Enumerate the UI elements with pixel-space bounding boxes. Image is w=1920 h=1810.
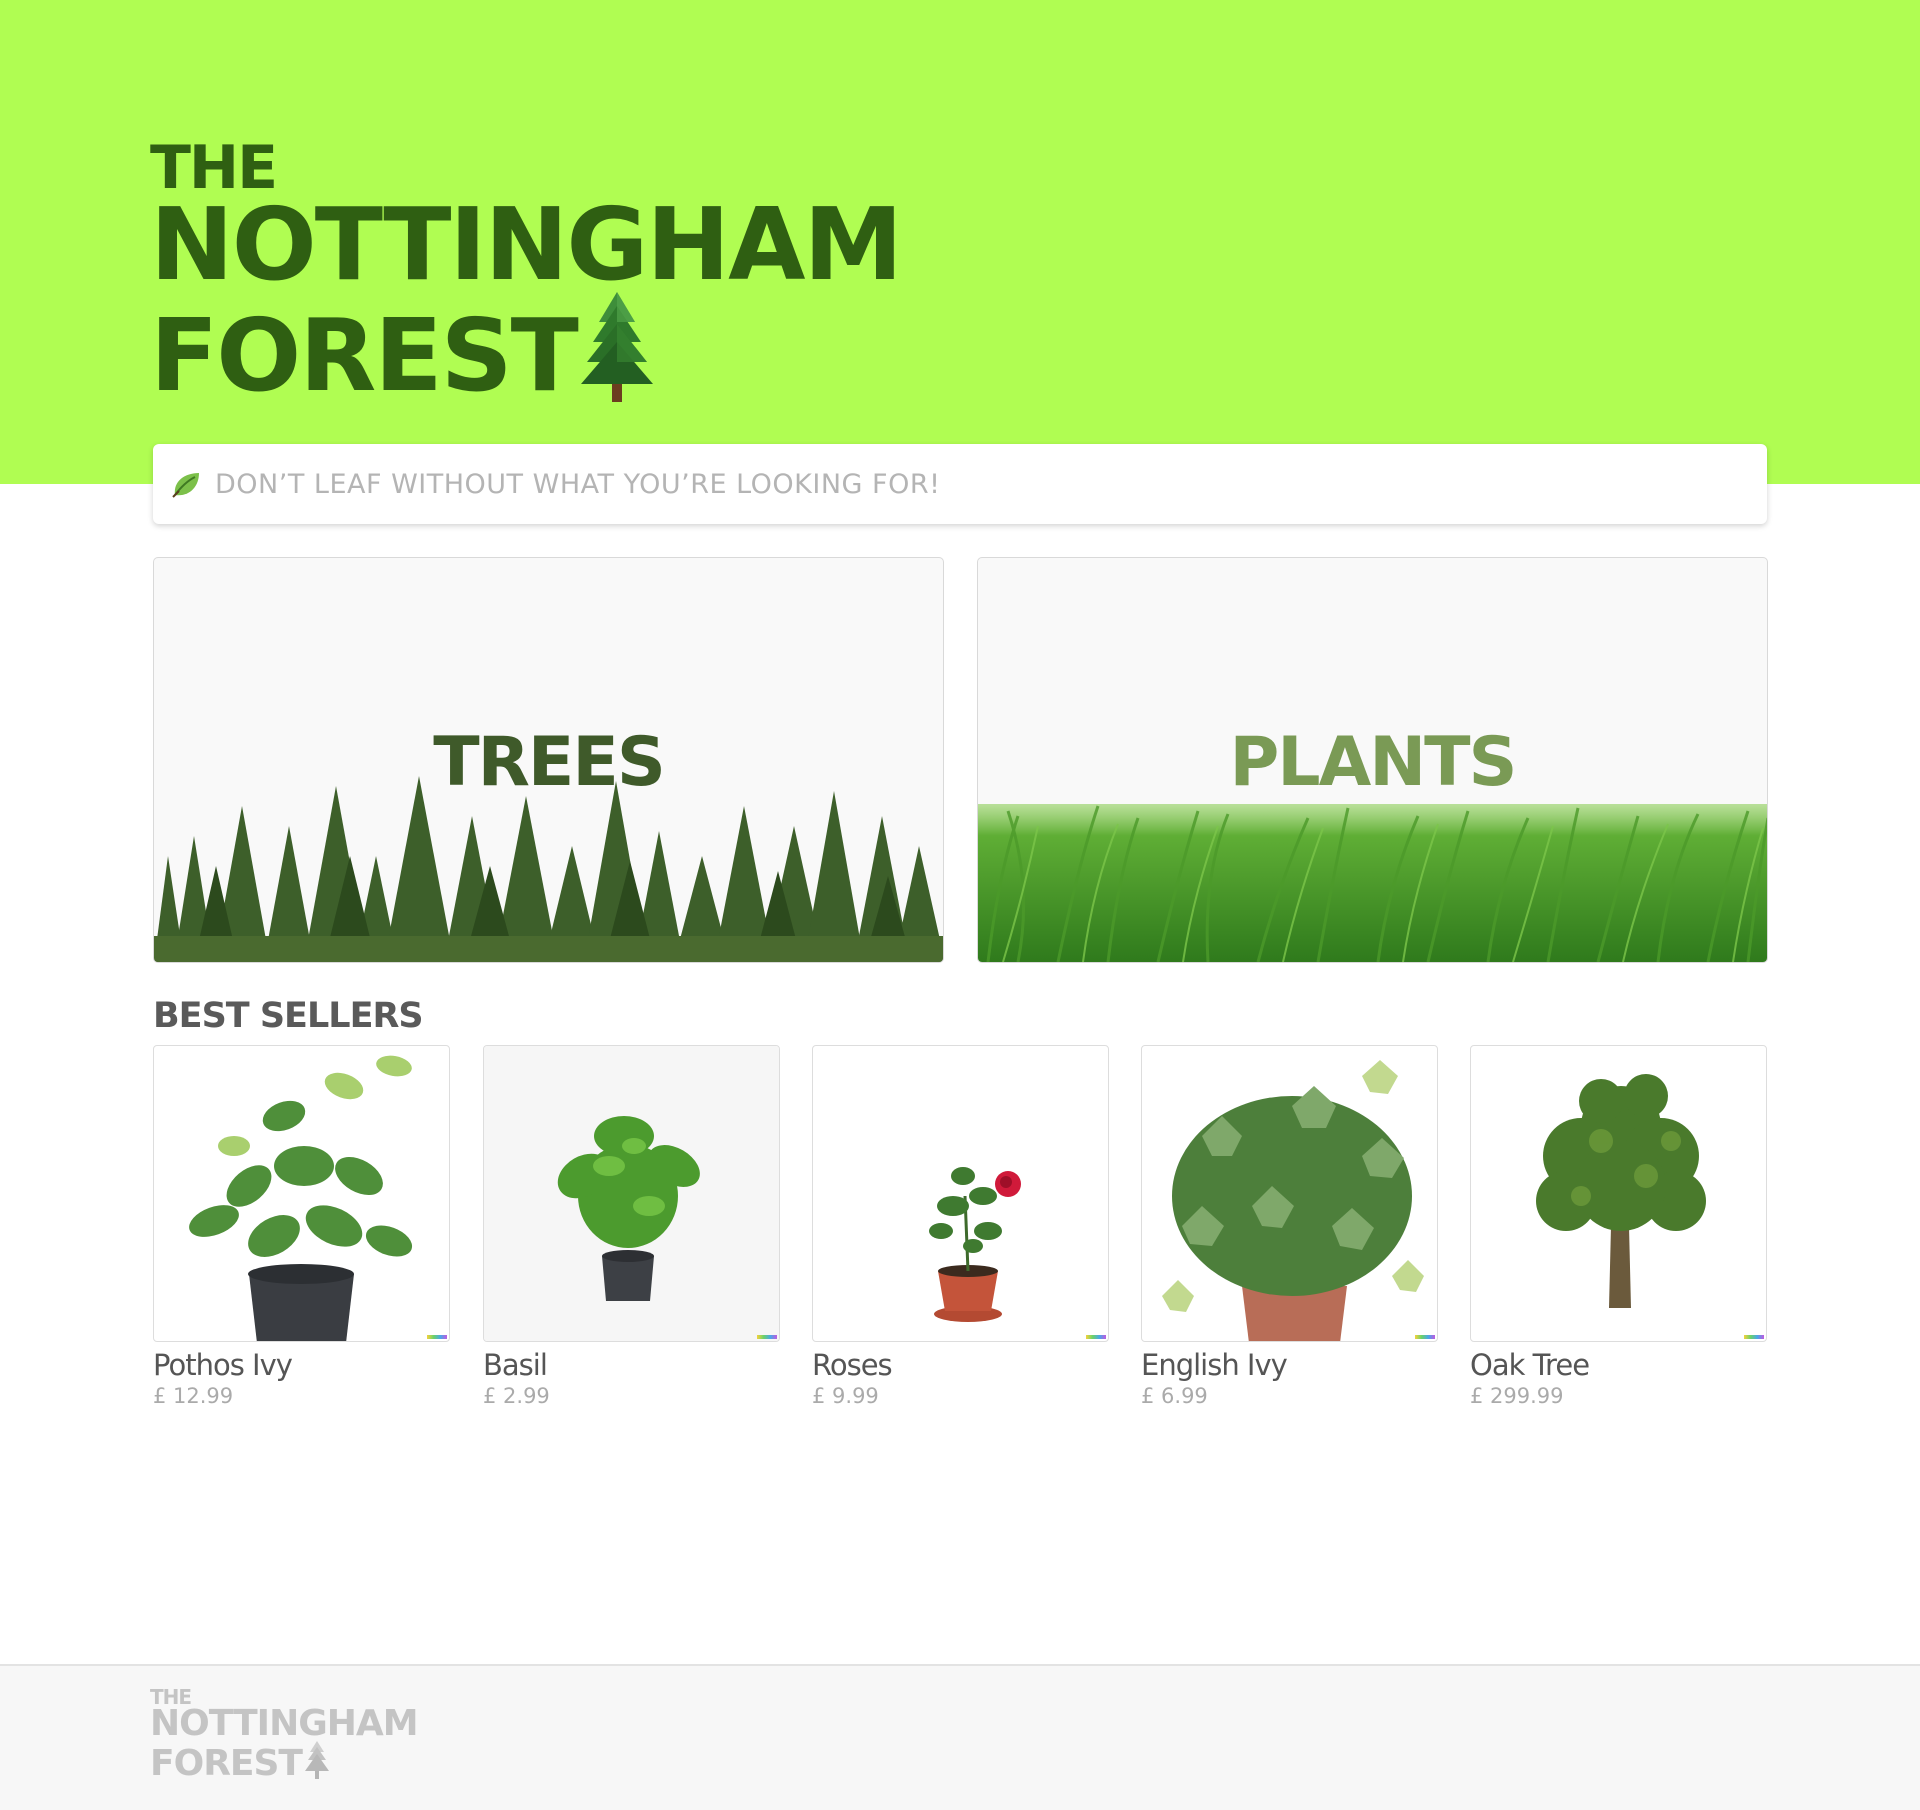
category-label-trees: TREES xyxy=(433,723,666,802)
image-badge-stripe xyxy=(427,1335,447,1339)
logo-line-3: FOREST xyxy=(150,297,579,414)
product-name[interactable]: Roses xyxy=(812,1348,1109,1382)
footer-logo[interactable]: THE NOTTINGHAM FOREST xyxy=(150,1687,419,1785)
product-price: £ 299.99 xyxy=(1470,1384,1564,1408)
product-card-roses[interactable]: Roses £ 9.99 xyxy=(812,1045,1109,1408)
evergreen-tree-icon xyxy=(579,292,655,406)
product-image-container[interactable] xyxy=(812,1045,1109,1342)
leaf-icon xyxy=(172,473,199,498)
footer-logo-line-2: NOTTINGHAM xyxy=(150,1703,419,1744)
image-badge-stripe xyxy=(1086,1335,1106,1339)
evergreen-tree-icon xyxy=(304,1741,330,1781)
roses-image xyxy=(929,1167,1021,1322)
category-label-plants: PLANTS xyxy=(1229,723,1517,802)
product-name[interactable]: Pothos Ivy xyxy=(153,1348,450,1382)
search-bar[interactable] xyxy=(153,444,1767,524)
category-card-trees[interactable]: TREES xyxy=(153,557,944,963)
product-name[interactable]: Oak Tree xyxy=(1470,1348,1767,1382)
category-card-plants[interactable]: PLANTS xyxy=(977,557,1768,963)
product-image-container[interactable] xyxy=(1470,1045,1767,1342)
site-logo[interactable]: THE NOTTINGHAM FOREST xyxy=(150,138,903,414)
image-badge-stripe xyxy=(1744,1335,1764,1339)
pothos-ivy-image xyxy=(189,1055,413,1341)
product-card-oak-tree[interactable]: Oak Tree £ 299.99 xyxy=(1470,1045,1767,1408)
product-name[interactable]: Basil xyxy=(483,1348,780,1382)
best-sellers-heading: BEST SELLERS xyxy=(153,996,424,1036)
product-price: £ 12.99 xyxy=(153,1384,234,1408)
product-card-basil[interactable]: Basil £ 2.99 xyxy=(483,1045,780,1408)
footer: THE NOTTINGHAM FOREST xyxy=(0,1664,1920,1810)
product-image-container[interactable] xyxy=(483,1045,780,1342)
product-card-pothos-ivy[interactable]: Pothos Ivy £ 12.99 xyxy=(153,1045,450,1408)
logo-line-2: NOTTINGHAM xyxy=(150,186,903,303)
product-name[interactable]: English Ivy xyxy=(1141,1348,1438,1382)
header-banner: THE NOTTINGHAM FOREST xyxy=(0,0,1920,484)
image-badge-stripe xyxy=(1415,1335,1435,1339)
product-price: £ 6.99 xyxy=(1141,1384,1208,1408)
oak-tree-image xyxy=(1536,1074,1706,1308)
image-badge-stripe xyxy=(757,1335,777,1339)
product-image-container[interactable] xyxy=(153,1045,450,1342)
product-image-container[interactable] xyxy=(1141,1045,1438,1342)
english-ivy-image xyxy=(1162,1060,1424,1341)
search-input[interactable] xyxy=(215,468,1715,500)
basil-image xyxy=(484,1046,779,1341)
footer-logo-line-3: FOREST xyxy=(150,1743,303,1785)
product-price: £ 2.99 xyxy=(483,1384,550,1408)
product-card-english-ivy[interactable]: English Ivy £ 6.99 xyxy=(1141,1045,1438,1408)
product-price: £ 9.99 xyxy=(812,1384,879,1408)
